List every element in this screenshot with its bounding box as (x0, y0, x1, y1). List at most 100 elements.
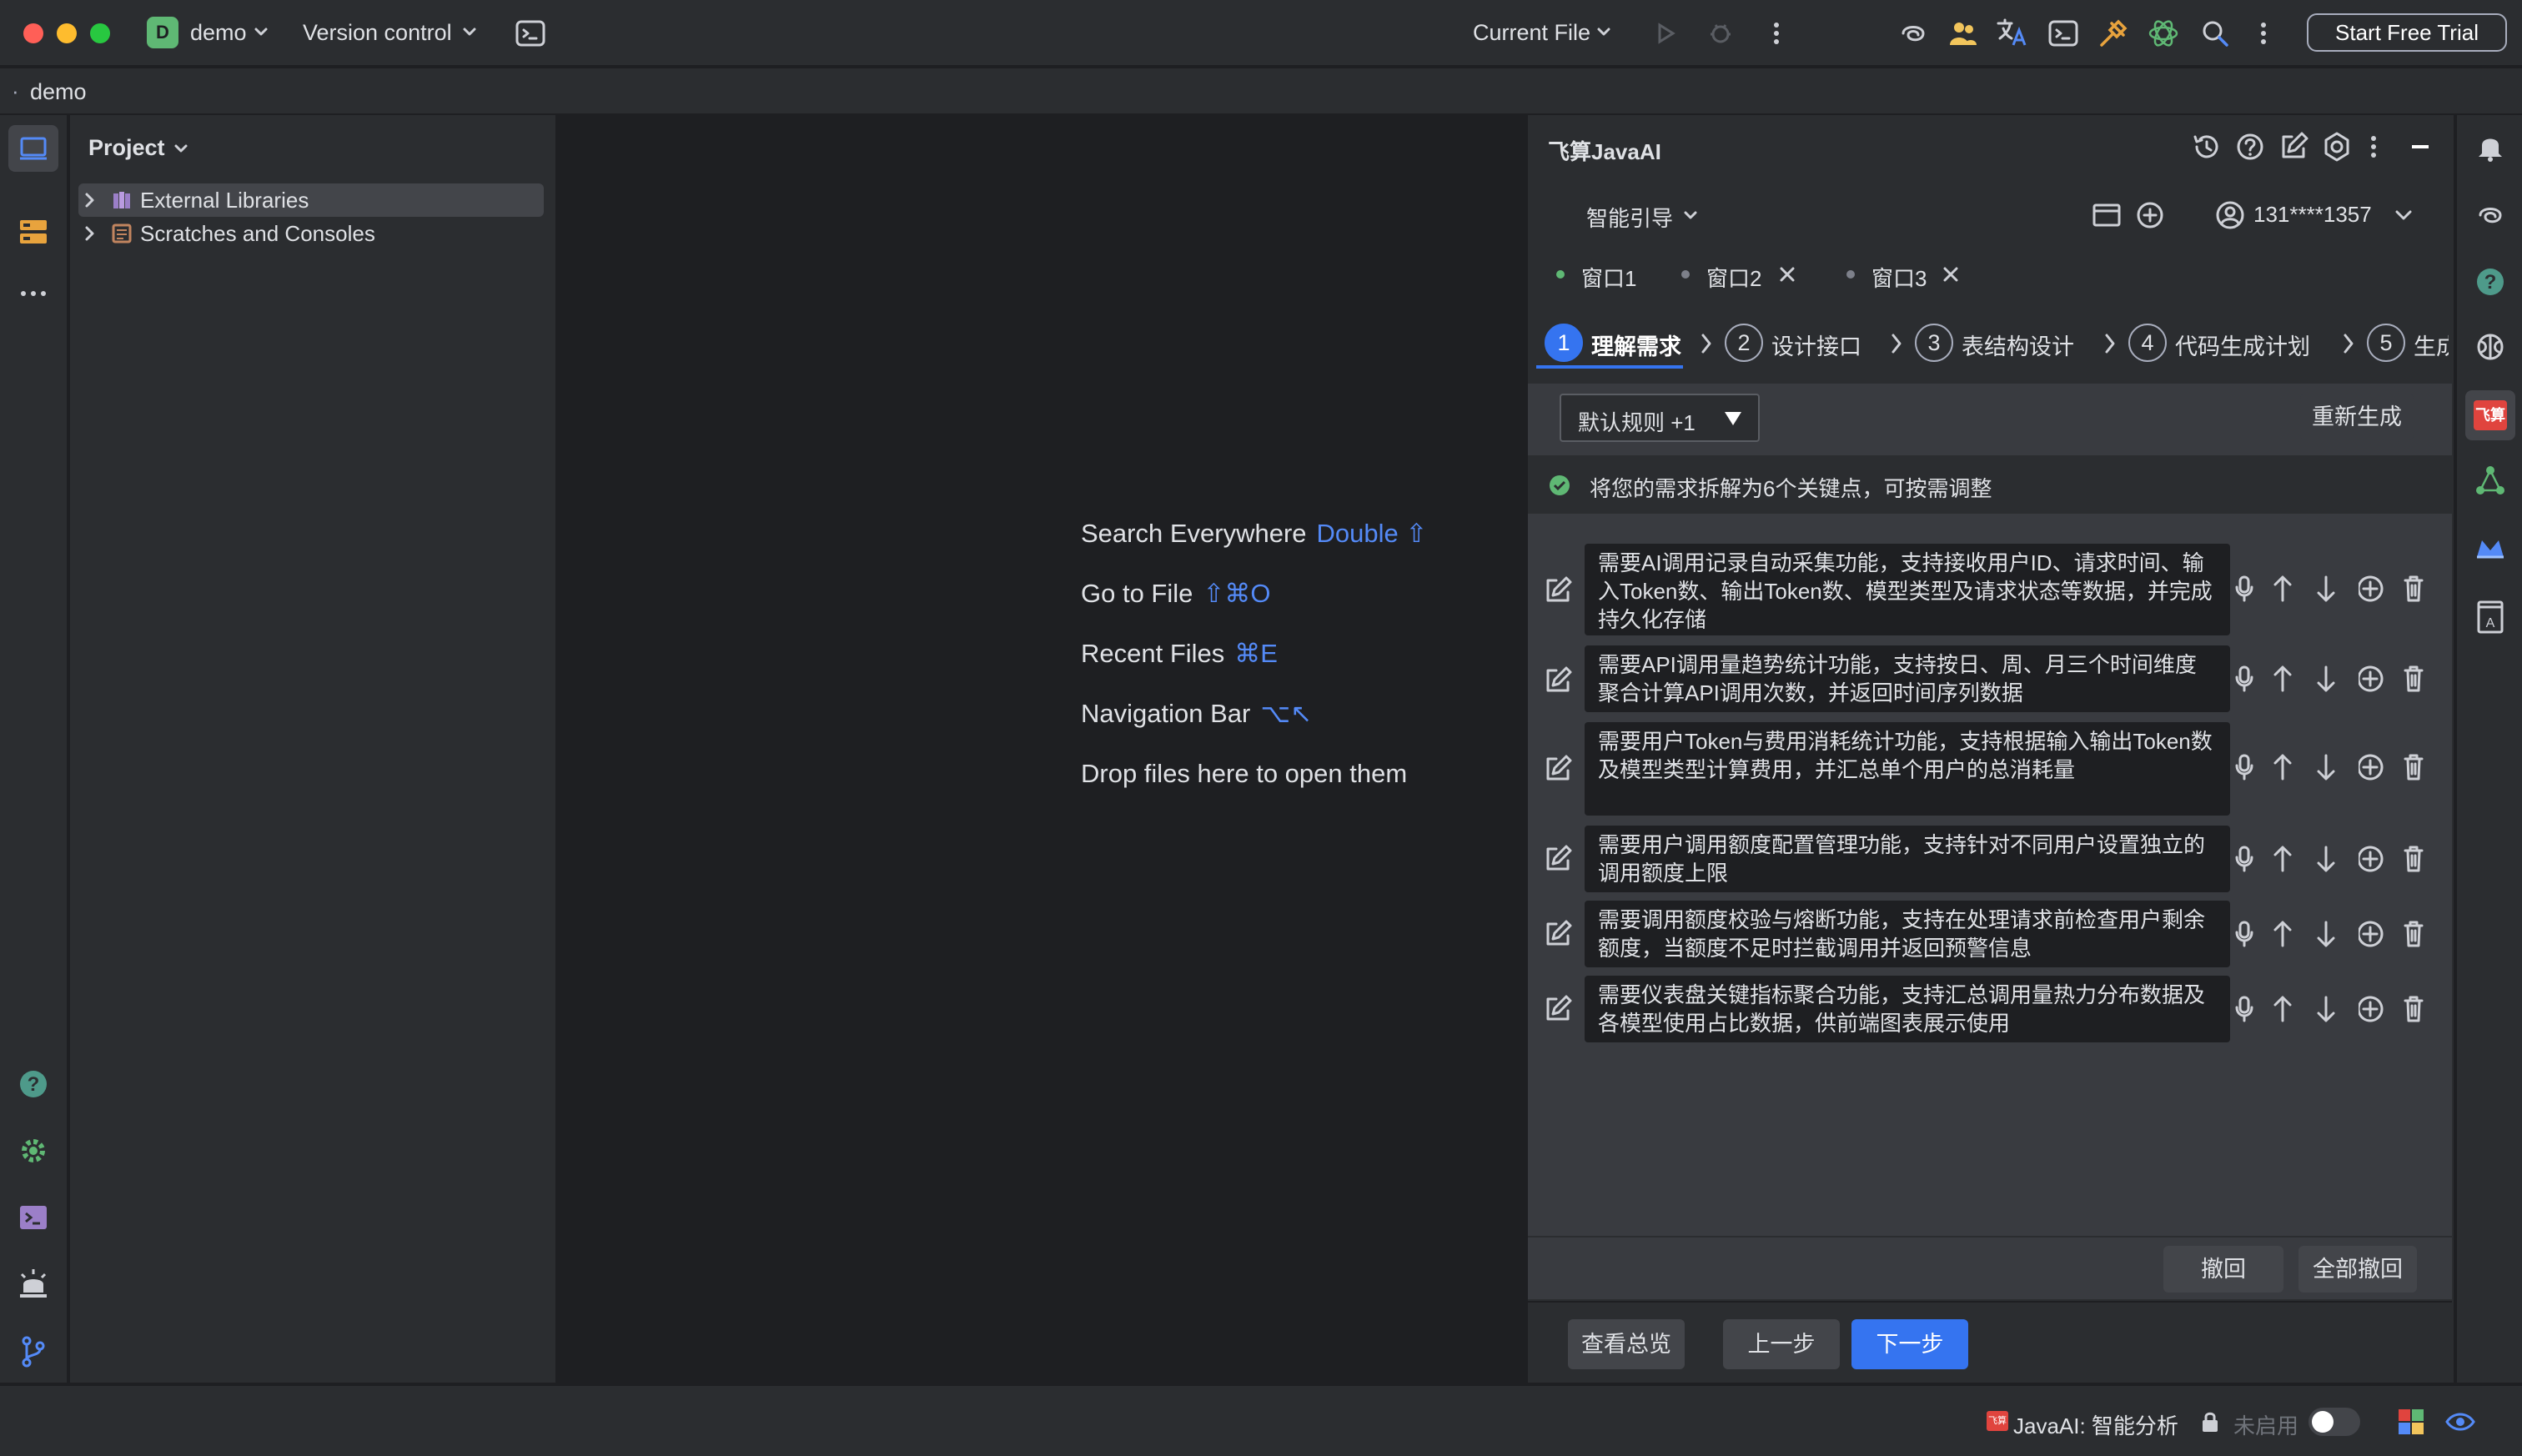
project-panel-title[interactable]: Project (88, 135, 165, 161)
more-vertical-icon[interactable] (1768, 18, 1785, 48)
undo-button[interactable]: 撤回 (2163, 1246, 2283, 1293)
microphone-icon[interactable] (2235, 752, 2255, 782)
brain-icon[interactable] (2474, 330, 2507, 364)
more-vertical-icon[interactable] (2255, 18, 2272, 48)
breadcrumb-project[interactable]: demo (30, 79, 87, 105)
delete-icon[interactable] (2404, 919, 2424, 949)
move-up-icon[interactable] (2273, 844, 2293, 874)
regenerate-button[interactable]: 重新生成 (2300, 394, 2414, 440)
move-up-icon[interactable] (2273, 574, 2293, 604)
step-5-label[interactable]: 生成 (2414, 329, 2449, 361)
add-circle-icon[interactable] (2359, 994, 2384, 1024)
tab-window-3[interactable]: 窗口3 (1871, 262, 1927, 293)
delete-icon[interactable] (2404, 844, 2424, 874)
eye-icon[interactable] (2444, 1408, 2477, 1436)
build-tools-icon[interactable] (2097, 17, 2130, 50)
microphone-icon[interactable] (2235, 994, 2255, 1024)
account-label[interactable]: 131****1357 (2253, 202, 2372, 228)
terminal-icon[interactable] (514, 17, 547, 50)
javaai-tool-button[interactable]: 飞算 (2465, 390, 2515, 440)
edit-icon[interactable] (1543, 844, 1573, 874)
step-4-label[interactable]: 代码生成计划 (2175, 329, 2310, 361)
new-edit-icon[interactable] (2277, 130, 2310, 163)
microphone-icon[interactable] (2235, 574, 2255, 604)
add-circle-icon[interactable] (2133, 198, 2167, 232)
document-icon[interactable]: A (2474, 599, 2507, 635)
settings-gear-icon[interactable] (17, 1134, 50, 1167)
previous-step-button[interactable]: 上一步 (1723, 1319, 1840, 1369)
tree-item-scratches[interactable]: Scratches and Consoles (78, 217, 544, 250)
minimize-window-button[interactable] (57, 23, 77, 43)
edit-icon[interactable] (1543, 575, 1573, 605)
more-horizontal-icon[interactable] (17, 285, 50, 302)
move-down-icon[interactable] (2317, 664, 2337, 694)
project-tool-button[interactable] (8, 125, 58, 172)
add-circle-icon[interactable] (2359, 844, 2384, 874)
requirement-text[interactable]: 需要AI调用记录自动采集功能，支持接收用户ID、请求时间、输入Token数、输出… (1585, 544, 2230, 635)
code-with-me-icon[interactable] (1947, 17, 1980, 50)
microphone-icon[interactable] (2235, 844, 2255, 874)
plugin-brain-icon[interactable] (2147, 17, 2180, 50)
windows-grid-icon[interactable] (2397, 1408, 2425, 1436)
add-circle-icon[interactable] (2359, 574, 2384, 604)
translate-icon[interactable] (1995, 17, 2030, 50)
problems-icon[interactable] (17, 1268, 50, 1303)
terminal-icon[interactable] (17, 1201, 50, 1234)
move-up-icon[interactable] (2273, 664, 2293, 694)
user-avatar-icon[interactable] (2213, 198, 2247, 232)
rule-select-dropdown[interactable]: 默认规则 +1 (1560, 394, 1760, 442)
console-icon[interactable] (2047, 17, 2080, 50)
close-icon[interactable] (1776, 264, 1798, 285)
edit-icon[interactable] (1543, 665, 1573, 695)
vcs-menu[interactable]: Version control (303, 20, 452, 46)
requirement-text[interactable]: 需要调用额度校验与熔断功能，支持在处理请求前检查用户剩余额度，当额度不足时拦截调… (1585, 901, 2230, 967)
move-down-icon[interactable] (2317, 752, 2337, 782)
history-icon[interactable] (2190, 130, 2223, 163)
javaai-status-label[interactable]: JavaAI: 智能分析 (2013, 1409, 2178, 1440)
overview-button[interactable]: 查看总览 (1568, 1319, 1685, 1369)
zoom-window-button[interactable] (90, 23, 110, 43)
help-icon[interactable] (2233, 130, 2267, 163)
add-circle-icon[interactable] (2359, 752, 2384, 782)
help-icon[interactable]: ? (2474, 265, 2507, 299)
search-icon[interactable] (2198, 17, 2232, 50)
requirement-text[interactable]: 需要API调用量趋势统计功能，支持按日、周、月三个时间维度聚合计算API调用次数… (1585, 645, 2230, 712)
edit-icon[interactable] (1543, 919, 1573, 949)
start-free-trial-button[interactable]: Start Free Trial (2307, 13, 2507, 52)
marketplace-icon[interactable] (2474, 532, 2507, 565)
run-config-selector[interactable]: Current File (1473, 20, 1590, 46)
move-down-icon[interactable] (2317, 574, 2337, 604)
help-icon[interactable]: ? (17, 1067, 50, 1101)
close-window-button[interactable] (23, 23, 43, 43)
edit-icon[interactable] (1543, 994, 1573, 1024)
delete-icon[interactable] (2404, 994, 2424, 1024)
delete-icon[interactable] (2404, 664, 2424, 694)
tree-item-external-libraries[interactable]: External Libraries (78, 183, 544, 217)
step-1-label[interactable]: 理解需求 (1591, 329, 1681, 361)
requirement-text[interactable]: 需要用户Token与费用消耗统计功能，支持根据输入输出Token数及模型类型计算… (1585, 722, 2230, 816)
microphone-icon[interactable] (2235, 919, 2255, 949)
mode-selector[interactable]: 智能引导 (1586, 202, 1673, 233)
add-circle-icon[interactable] (2359, 919, 2384, 949)
move-up-icon[interactable] (2273, 994, 2293, 1024)
requirement-text[interactable]: 需要用户调用额度配置管理功能，支持针对不同用户设置独立的调用额度上限 (1585, 826, 2230, 892)
notifications-bell-icon[interactable] (2474, 130, 2507, 163)
more-vertical-icon[interactable] (2367, 132, 2380, 162)
requirement-text[interactable]: 需要仪表盘关键指标聚合功能，支持汇总调用量热力分布数据及各模型使用占比数据，供前… (1585, 976, 2230, 1042)
step-3-label[interactable]: 表结构设计 (1962, 329, 2074, 361)
tab-window-2[interactable]: 窗口2 (1706, 262, 1761, 293)
move-down-icon[interactable] (2317, 844, 2337, 874)
next-step-button[interactable]: 下一步 (1851, 1319, 1968, 1369)
microphone-icon[interactable] (2235, 664, 2255, 694)
minimize-panel-icon[interactable] (2405, 132, 2435, 162)
debug-icon[interactable] (1706, 18, 1735, 47)
add-circle-icon[interactable] (2359, 664, 2384, 694)
move-up-icon[interactable] (2273, 919, 2293, 949)
chevron-down-icon[interactable] (2394, 208, 2414, 222)
project-switcher[interactable]: demo (190, 20, 247, 46)
tab-window-1[interactable]: 窗口1 (1581, 262, 1636, 293)
ai-chat-icon[interactable] (2474, 198, 2507, 232)
run-icon[interactable] (1653, 20, 1678, 47)
git-branch-icon[interactable] (17, 1334, 50, 1369)
delete-icon[interactable] (2404, 752, 2424, 782)
